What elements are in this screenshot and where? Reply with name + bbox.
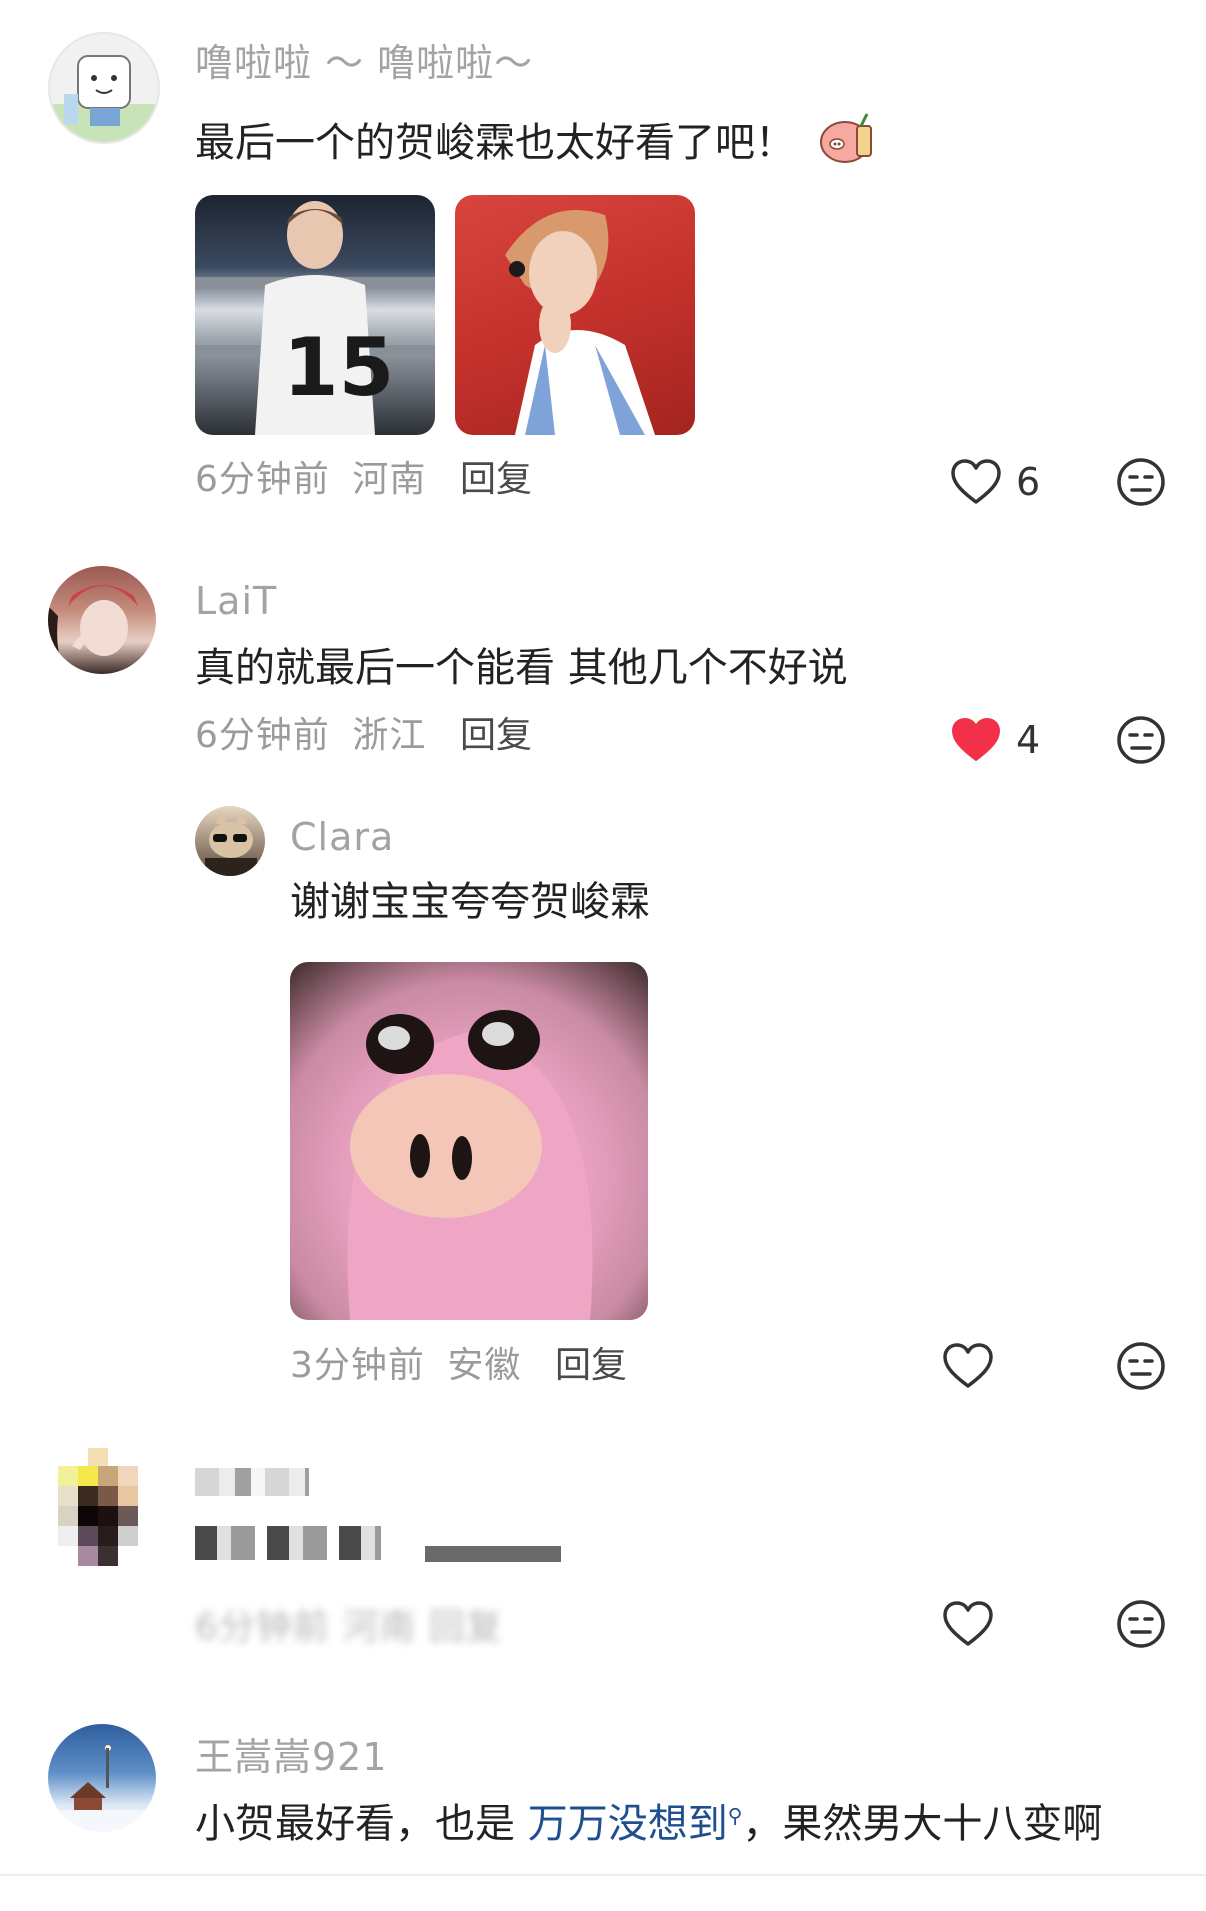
avatar[interactable] <box>48 1724 156 1832</box>
reply-meta: 3分钟前 安徽 <box>290 1348 521 1384</box>
pixelated-username <box>195 1468 309 1496</box>
search-link-text: 万万没想到 <box>527 1801 728 1847</box>
search-link[interactable]: 万万没想到⚲ <box>528 1801 743 1847</box>
comment-username[interactable]: LaiT <box>195 582 277 620</box>
cartoon-avatar-icon <box>50 55 158 142</box>
comment-meta: 6分钟前 河南 <box>195 462 426 498</box>
meh-face-icon <box>1117 1600 1165 1648</box>
dislike-button[interactable] <box>1115 714 1167 766</box>
like-button[interactable] <box>942 1342 994 1394</box>
comment-text: 小贺最好看，也是 万万没想到⚲，果然男大十八变啊 <box>195 1802 1102 1846</box>
pixelated-avatar-icon <box>58 1448 138 1566</box>
reply-button[interactable]: 回复 <box>460 718 532 754</box>
avatar[interactable] <box>48 566 156 674</box>
reply-text: 谢谢宝宝夸夸贺峻霖 <box>290 879 650 925</box>
comment-text: 最后一个的贺峻霖也太好看了吧！ <box>195 110 879 175</box>
dislike-button[interactable] <box>1115 1598 1167 1650</box>
comment-text: 真的就最后一个能看 其他几个不好说 <box>195 645 848 691</box>
comment-location: 浙江 <box>352 715 427 756</box>
comment-text-after: ，果然男大十八变啊 <box>742 1801 1103 1847</box>
reply-avatar[interactable] <box>195 806 265 876</box>
reply-button[interactable]: 回复 <box>555 1348 627 1384</box>
heart-filled-icon <box>951 717 1001 762</box>
divider <box>0 1874 1206 1876</box>
comment-image-1[interactable]: 15 <box>195 195 435 435</box>
dislike-button[interactable] <box>1115 456 1167 508</box>
meh-face-icon <box>1117 458 1165 506</box>
pink-pig-icon <box>347 1010 593 1320</box>
reply-location: 安徽 <box>447 1345 522 1386</box>
reply-username[interactable]: Clara <box>290 818 394 856</box>
concert-photo-icon: 15 <box>195 201 435 435</box>
reply-image[interactable] <box>290 962 648 1320</box>
reply-time: 3分钟前 <box>290 1345 425 1386</box>
pixelated-avatar[interactable] <box>48 1448 156 1566</box>
search-icon: ⚲ <box>727 1803 743 1828</box>
pig-drink-sticker-icon <box>817 110 879 175</box>
comment-time: 6分钟前 <box>195 459 330 500</box>
comment-username[interactable]: 噜啦啦 ～ 噜啦啦～ <box>195 44 533 82</box>
snow-night-icon <box>48 1745 156 1832</box>
reply-button[interactable]: 回复 <box>460 462 532 498</box>
avatar[interactable] <box>48 32 160 144</box>
heart-outline-icon <box>943 1343 993 1388</box>
like-button[interactable] <box>942 1600 994 1652</box>
concert-photo-icon <box>505 210 655 435</box>
like-count: 4 <box>1016 718 1041 762</box>
comment-time: 6分钟前 <box>195 715 330 756</box>
svg-text:15: 15 <box>283 321 394 414</box>
cat-sunglasses-icon <box>205 812 257 876</box>
meh-face-icon <box>1117 716 1165 764</box>
user-photo-icon <box>48 585 138 674</box>
pixelated-text <box>195 1526 381 1560</box>
comment-text-content: 最后一个的贺峻霖也太好看了吧！ <box>195 119 795 166</box>
like-button[interactable]: 4 <box>950 716 1040 764</box>
comment-username[interactable]: 王嵩嵩921 <box>195 1738 388 1776</box>
comment-location: 河南 <box>352 459 427 500</box>
heart-outline-icon <box>951 459 1001 504</box>
pixelated-meta: 6分钟前 河南 回复 <box>195 1607 503 1648</box>
pixelated-text <box>425 1546 561 1562</box>
dislike-button[interactable] <box>1115 1340 1167 1392</box>
comment-meta: 6分钟前 浙江 <box>195 718 426 754</box>
comment-image-2[interactable] <box>455 195 695 435</box>
heart-outline-icon <box>943 1601 993 1646</box>
like-count: 6 <box>1016 460 1041 504</box>
comment-text-before: 小贺最好看，也是 <box>195 1801 528 1847</box>
like-button[interactable]: 6 <box>950 458 1040 506</box>
meh-face-icon <box>1117 1342 1165 1390</box>
